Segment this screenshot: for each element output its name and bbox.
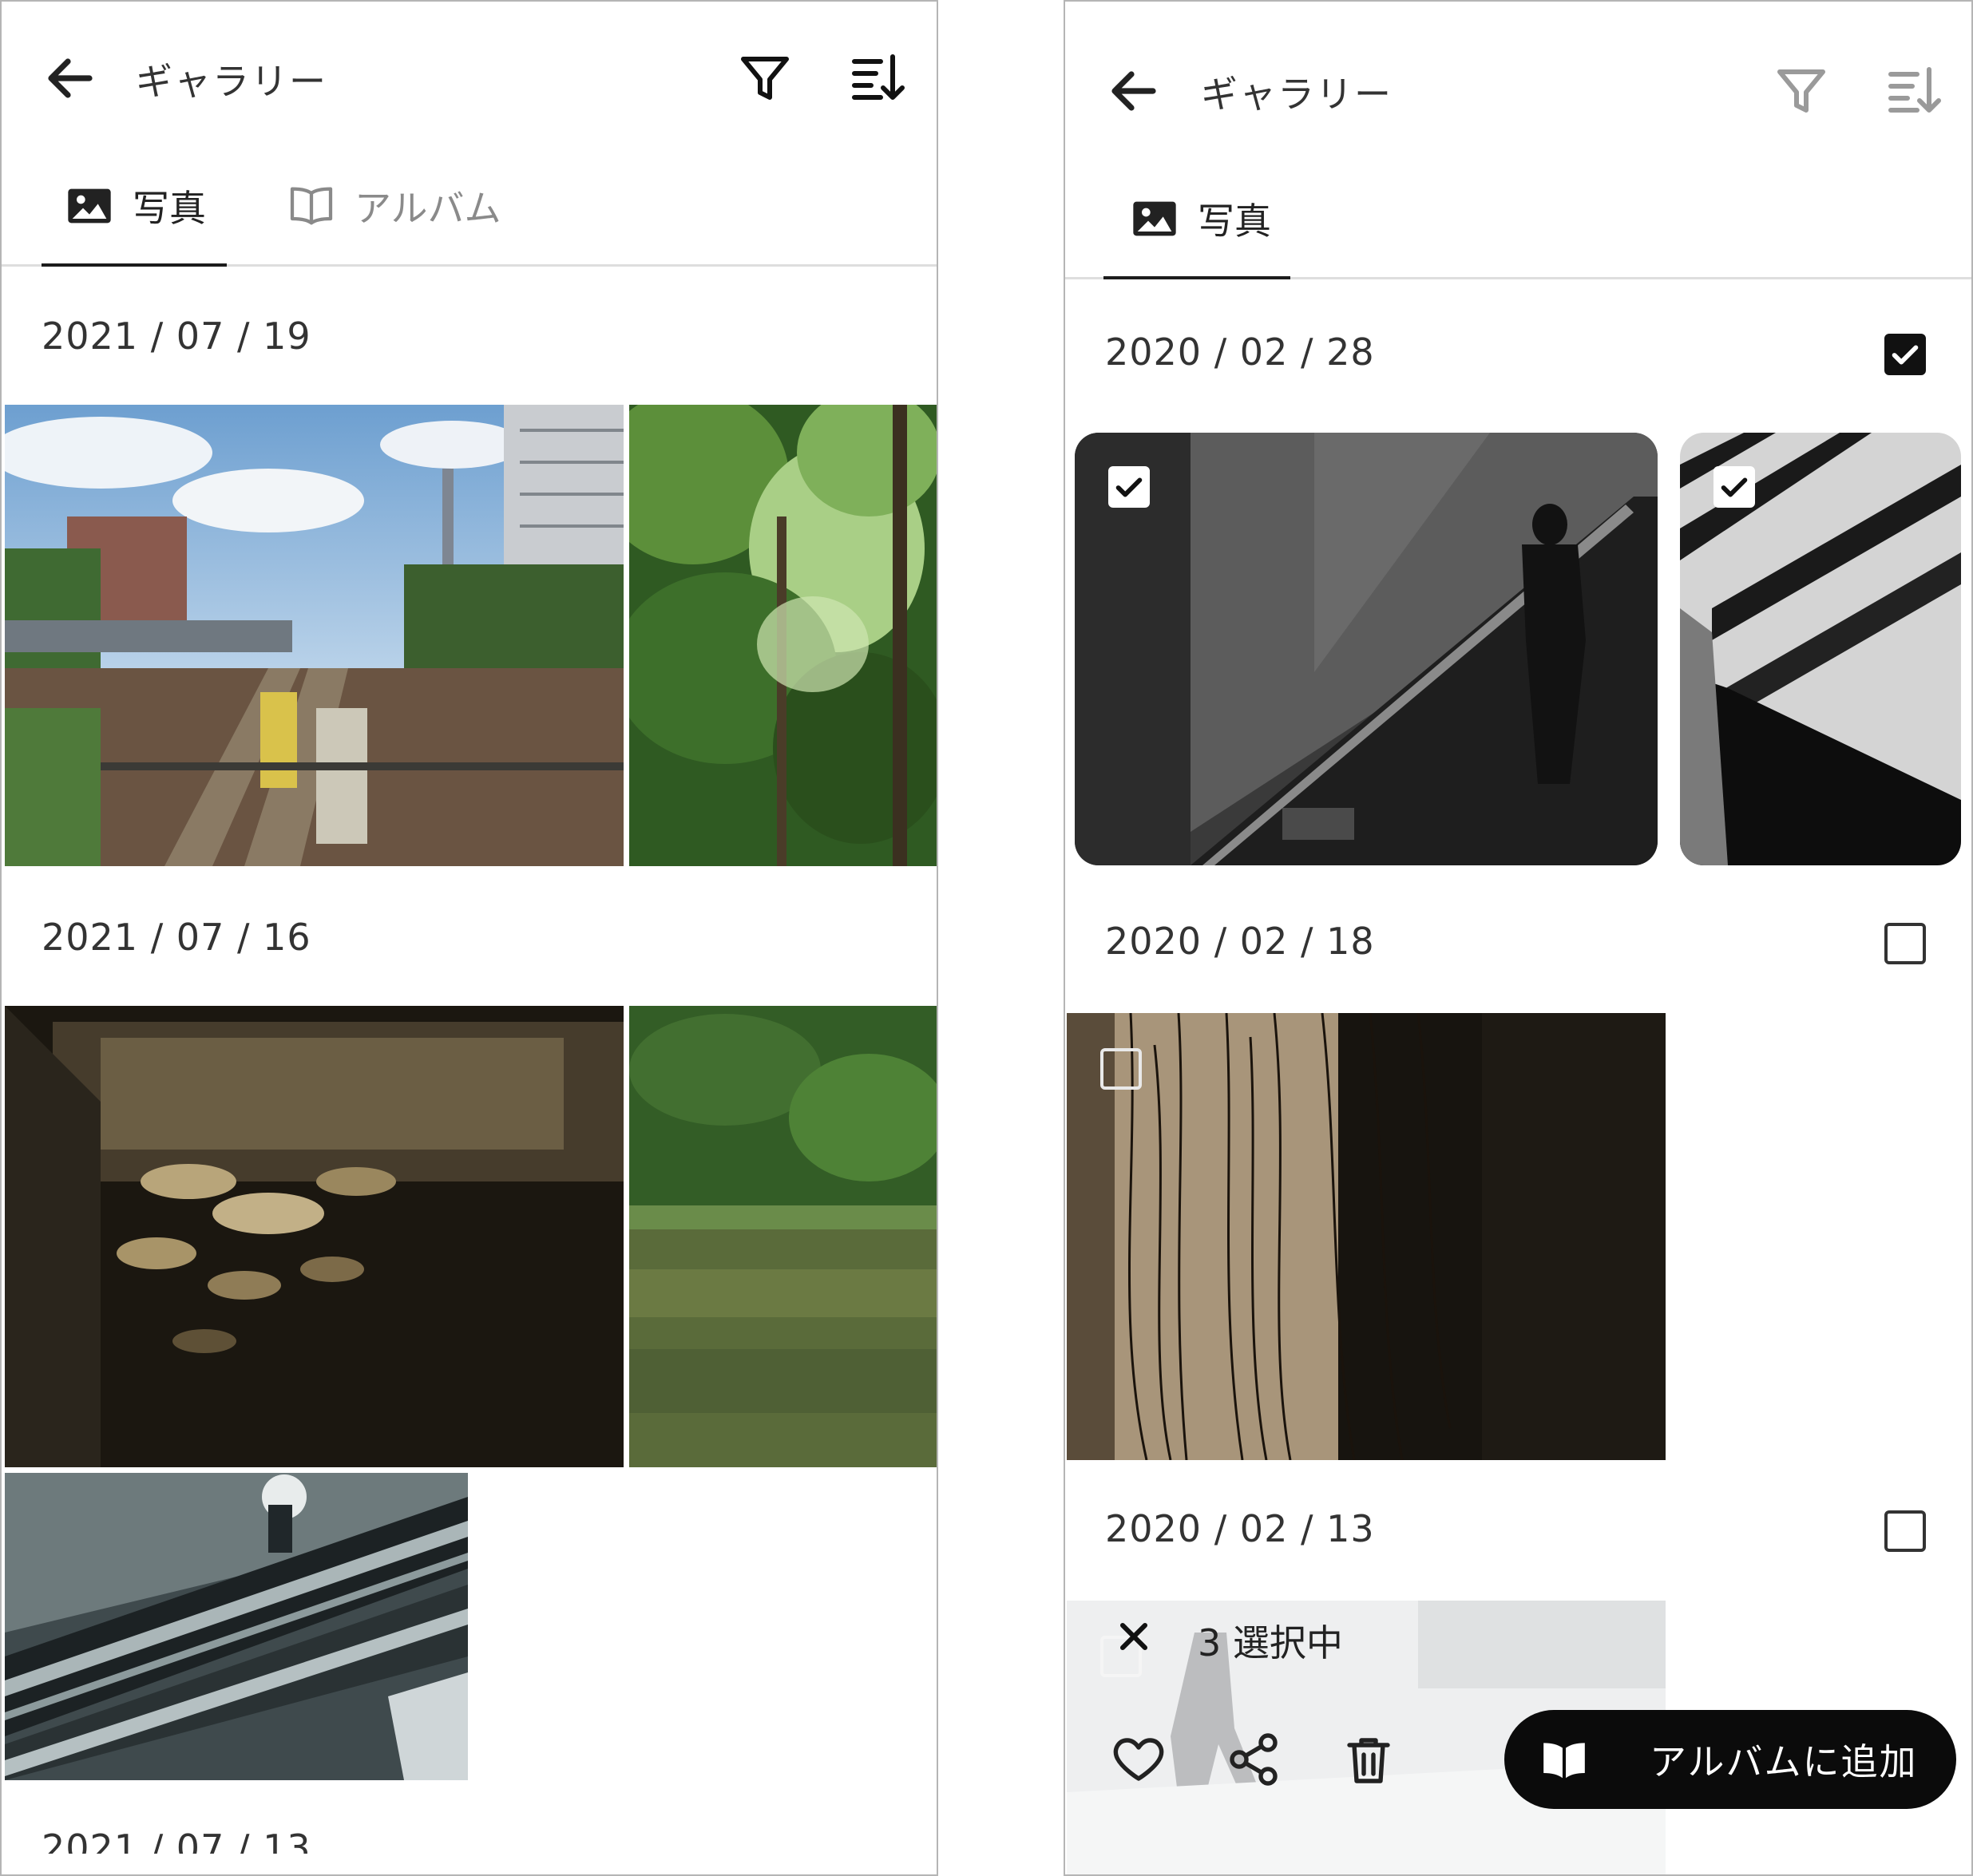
tab-bar: 写真 アルバム: [2, 145, 937, 267]
photo-select-checkbox[interactable]: [1100, 1048, 1142, 1090]
back-arrow-icon[interactable]: [1105, 62, 1163, 120]
photo-thumbnail-shadow-stripes[interactable]: [1680, 433, 1961, 865]
dappled-floor-image: [5, 1006, 624, 1467]
top-app-bar: ギャラリー: [2, 2, 937, 145]
photo-thumbnail-weeping-branches[interactable]: [1067, 1013, 1666, 1460]
page-title: ギャラリー: [1201, 73, 1393, 116]
filter-icon[interactable]: [736, 49, 794, 107]
train-yard-image: [5, 405, 624, 866]
group-select-checkbox[interactable]: [1884, 923, 1926, 964]
check-icon: [1721, 477, 1748, 497]
gallery-screen-photos: ギャラリー 写真 アルバム 2021 / 07 / 19 2021 / 07 /…: [0, 0, 938, 1876]
page-title: ギャラリー: [136, 60, 327, 103]
date-header: 2020 / 02 / 28: [1105, 330, 1375, 374]
add-to-album-label: アルバムに追加: [1650, 1740, 1918, 1783]
date-header: 2020 / 02 / 18: [1105, 920, 1375, 963]
tab-albums[interactable]: アルバム: [286, 145, 501, 267]
tab-bar: 写真: [1065, 158, 1971, 279]
filter-icon: [1777, 69, 1825, 113]
forest-image: [629, 405, 937, 866]
check-icon: [1115, 477, 1143, 497]
weeping-branches-image: [1067, 1013, 1666, 1460]
open-book-icon: [1543, 1743, 1585, 1779]
image-icon: [68, 188, 111, 224]
date-header: 2021 / 07 / 16: [42, 916, 311, 959]
photo-thumbnail-forest[interactable]: [629, 405, 937, 866]
group-select-checkbox[interactable]: [1884, 1510, 1926, 1552]
escalator-image: [5, 1473, 468, 1780]
photo-thumbnail-train-yard[interactable]: [5, 405, 624, 866]
tab-photos[interactable]: 写真: [1129, 158, 1271, 279]
man-on-escalator-image: [1075, 433, 1658, 865]
group-select-checkbox[interactable]: [1884, 334, 1926, 375]
top-app-bar: ギャラリー: [1065, 2, 1971, 145]
book-icon: [290, 187, 333, 225]
photo-thumbnail-escalator[interactable]: [5, 1473, 468, 1780]
active-tab-indicator: [42, 263, 227, 267]
tab-photos-label: 写真: [1198, 200, 1271, 243]
tab-albums-label: アルバム: [355, 187, 501, 230]
back-arrow-icon[interactable]: [42, 49, 99, 107]
photo-select-checkbox[interactable]: [1108, 466, 1150, 508]
image-icon: [1133, 201, 1176, 236]
date-header: 2020 / 02 / 13: [1105, 1507, 1375, 1550]
selection-action-bar: 3 選択中 アルバムに追加: [1065, 1587, 1971, 1874]
gallery-screen-selection-mode: ギャラリー 写真 2020 / 02 / 28 2020 / 02 / 18 2…: [1064, 0, 1973, 1876]
photo-thumbnail-river[interactable]: [629, 1006, 937, 1467]
date-header: 2021 / 07 / 19: [42, 315, 311, 358]
trash-icon[interactable]: [1340, 1731, 1397, 1788]
date-header: 2021 / 07 / 13: [42, 1827, 311, 1854]
check-icon: [1892, 345, 1919, 365]
close-icon[interactable]: [1111, 1614, 1156, 1659]
photo-thumbnail-man-on-escalator[interactable]: [1075, 433, 1658, 865]
share-icon[interactable]: [1225, 1731, 1282, 1788]
sort-icon: [1888, 67, 1941, 113]
sort-icon[interactable]: [850, 49, 907, 107]
heart-icon[interactable]: [1110, 1731, 1167, 1788]
photo-thumbnail-dappled-floor[interactable]: [5, 1006, 624, 1467]
tab-photos-label: 写真: [133, 187, 206, 230]
active-tab-indicator: [1103, 276, 1290, 279]
selection-count: 3 選択中: [1198, 1621, 1343, 1664]
river-image: [629, 1006, 937, 1467]
add-to-album-button[interactable]: アルバムに追加: [1504, 1710, 1956, 1809]
photo-select-checkbox[interactable]: [1713, 466, 1755, 508]
tab-photos[interactable]: 写真: [64, 145, 206, 267]
